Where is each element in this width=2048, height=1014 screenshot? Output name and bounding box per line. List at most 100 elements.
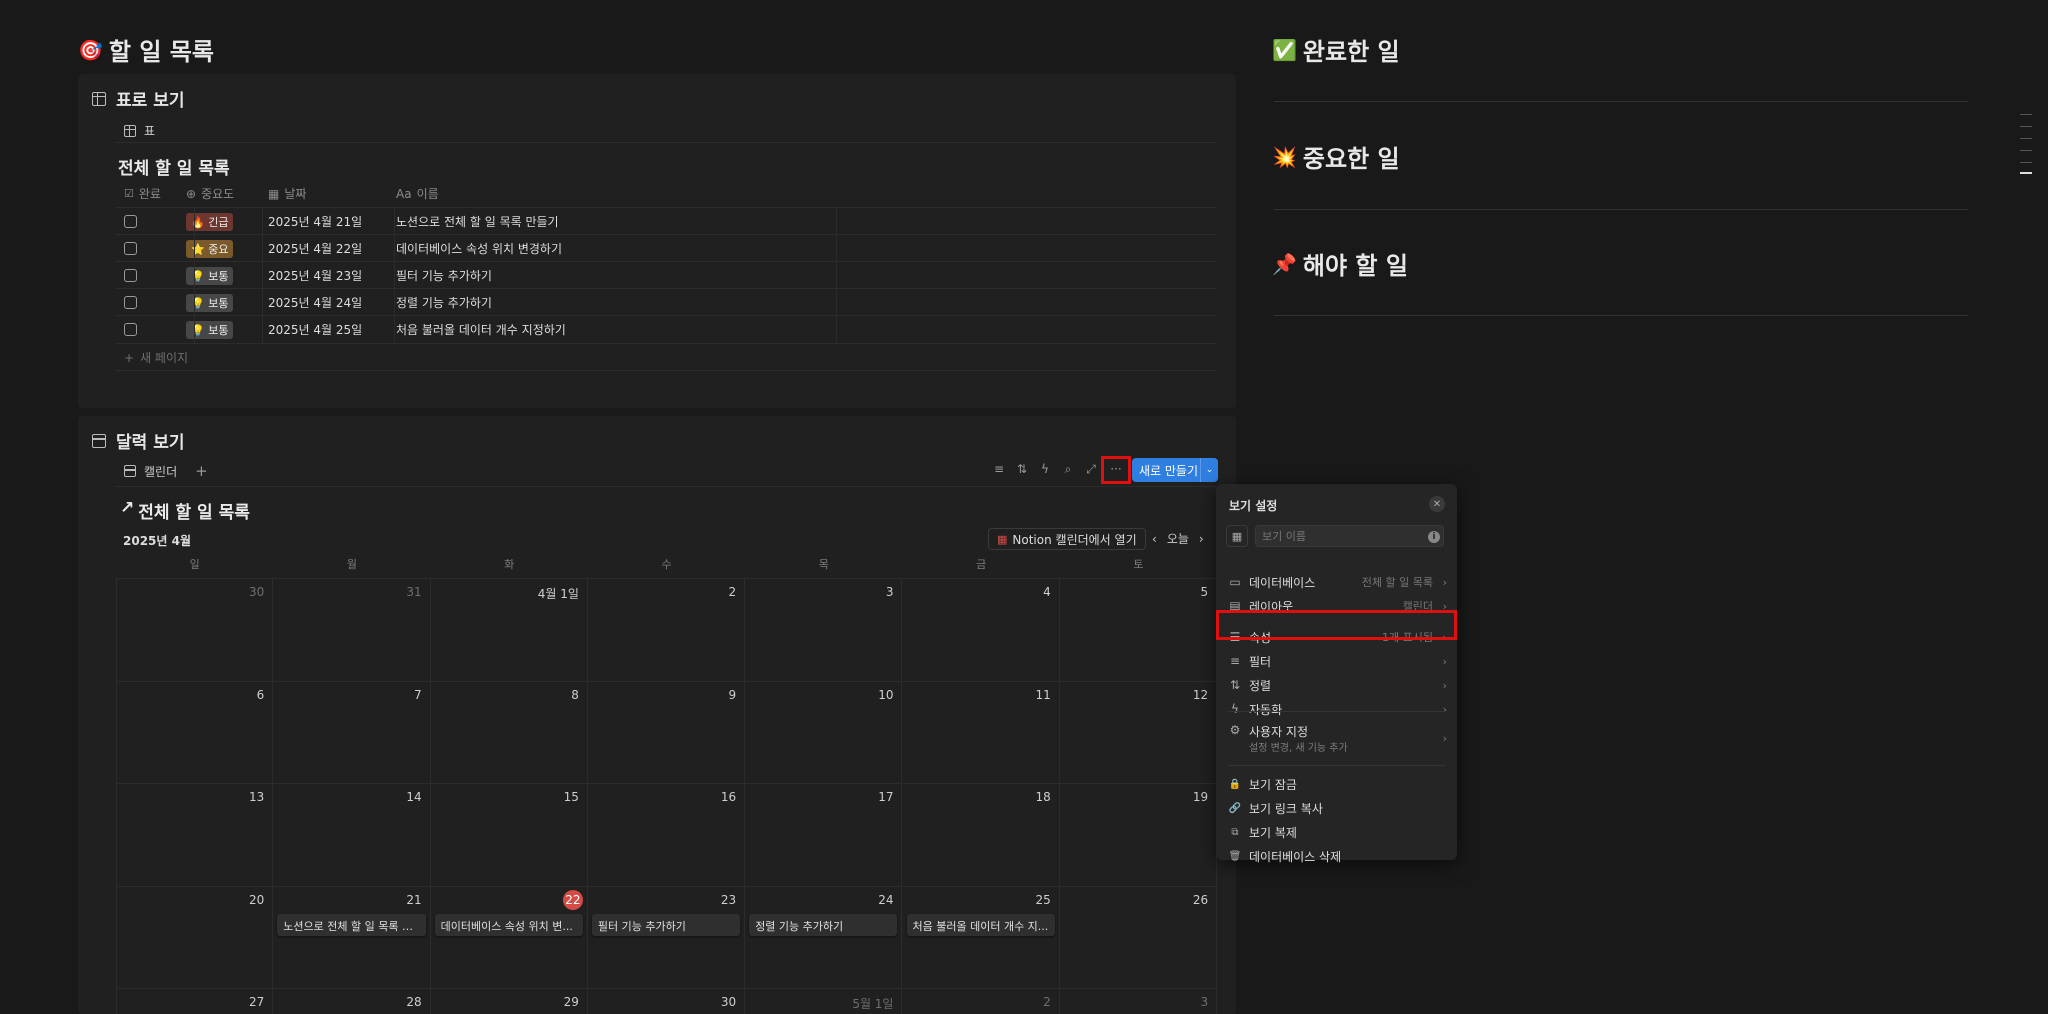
calendar-day[interactable]: 5 — [1059, 578, 1218, 681]
calendar-view-heading[interactable]: 달력 보기 — [92, 428, 184, 453]
calendar-day[interactable]: 29 — [430, 988, 588, 1014]
new-button[interactable]: 새로 만들기 ⌄ — [1132, 458, 1218, 482]
info-icon[interactable]: i — [1428, 531, 1440, 543]
calendar-day[interactable]: 17 — [745, 783, 903, 886]
menu-item[interactable]: ⇅ 정렬 › — [1216, 673, 1457, 697]
calendar-day[interactable]: 31 — [273, 578, 431, 681]
header-importance[interactable]: ⊕ 중요도 — [186, 180, 234, 207]
filter-icon[interactable]: ≡ — [990, 460, 1008, 478]
name-cell[interactable]: 정렬 기능 추가하기 — [396, 289, 492, 316]
tab-calendar[interactable]: 캘린더 + — [124, 462, 208, 480]
calendar-day[interactable]: 21 노션으로 전체 할 일 목록 만... — [273, 886, 431, 988]
menu-action[interactable]: 🗑 데이터베이스 삭제 — [1216, 844, 1457, 868]
db-title-linked[interactable]: ↗ 전체 할 일 목록 — [120, 498, 250, 523]
tab-table[interactable]: 표 — [124, 122, 155, 139]
calendar-day[interactable]: 4 — [902, 578, 1060, 681]
calendar-day[interactable]: 4월 1일 — [430, 578, 588, 681]
search-icon[interactable]: ⌕ — [1059, 460, 1077, 478]
toc-mark[interactable] — [2020, 162, 2032, 163]
calendar-day[interactable]: 22 데이터베이스 속성 위치 변... — [430, 886, 588, 988]
calendar-day[interactable]: 9 — [587, 681, 746, 783]
calendar-day[interactable]: 10 — [745, 681, 903, 783]
expand-icon[interactable]: ⤢ — [1082, 460, 1100, 478]
calendar-day[interactable]: 20 — [116, 886, 274, 988]
calendar-event[interactable]: 노션으로 전체 할 일 목록 만... — [277, 914, 426, 936]
calendar-event[interactable]: 데이터베이스 속성 위치 변... — [434, 914, 583, 936]
close-icon[interactable]: ✕ — [1429, 496, 1445, 512]
done-checkbox[interactable] — [124, 215, 137, 228]
calendar-day[interactable]: 18 — [902, 783, 1060, 886]
toc-mark[interactable] — [2020, 150, 2032, 151]
view-icon-picker[interactable]: ▦ — [1226, 525, 1248, 547]
done-checkbox[interactable] — [124, 296, 137, 309]
name-cell[interactable]: 노션으로 전체 할 일 목록 만들기 — [396, 208, 559, 235]
header-done[interactable]: ☑ 완료 — [124, 180, 161, 207]
toc-mark[interactable] — [2020, 126, 2032, 127]
date-cell[interactable]: 2025년 4월 21일 — [268, 208, 362, 235]
calendar-day[interactable]: 19 — [1059, 783, 1218, 886]
calendar-day[interactable]: 27 — [116, 988, 274, 1014]
toc-mark[interactable] — [2020, 114, 2032, 115]
calendar-day[interactable]: 3 — [1059, 988, 1218, 1014]
new-page-row[interactable]: + 새 페이지 — [116, 343, 1216, 370]
calendar-event[interactable]: 처음 불러올 데이터 개수 지... — [906, 914, 1055, 936]
calendar-day[interactable]: 26 — [1059, 886, 1218, 988]
name-cell[interactable]: 필터 기능 추가하기 — [396, 262, 492, 289]
today-button[interactable]: 오늘 — [1167, 530, 1189, 547]
calendar-day[interactable]: 7 — [273, 681, 431, 783]
calendar-day[interactable]: 30 — [587, 988, 746, 1014]
done-checkbox[interactable] — [124, 323, 137, 336]
table-row[interactable]: ⭐ 중요 2025년 4월 22일 데이터베이스 속성 위치 변경하기 — [116, 234, 1216, 261]
date-cell[interactable]: 2025년 4월 23일 — [268, 262, 362, 289]
table-row[interactable]: 💡 보통 2025년 4월 25일 처음 불러올 데이터 개수 지정하기 — [116, 315, 1216, 342]
header-name[interactable]: Aa 이름 — [396, 180, 439, 207]
done-checkbox[interactable] — [124, 269, 137, 282]
date-cell[interactable]: 2025년 4월 24일 — [268, 289, 362, 316]
chevron-left-icon[interactable]: ‹ — [1152, 532, 1157, 546]
name-cell[interactable]: 데이터베이스 속성 위치 변경하기 — [396, 235, 562, 262]
calendar-day[interactable]: 2 — [902, 988, 1060, 1014]
toc-mark[interactable] — [2020, 172, 2032, 174]
toc-mark[interactable] — [2020, 138, 2032, 139]
menu-action[interactable]: 🔒 보기 잠금 — [1216, 772, 1457, 796]
calendar-day[interactable]: 3 — [745, 578, 903, 681]
calendar-day[interactable]: 16 — [587, 783, 746, 886]
menu-item[interactable]: ▭ 데이터베이스 전체 할 일 목록 › — [1216, 570, 1457, 594]
calendar-event[interactable]: 필터 기능 추가하기 — [591, 914, 741, 936]
date-cell[interactable]: 2025년 4월 25일 — [268, 316, 362, 343]
calendar-day[interactable]: 5월 1일 — [745, 988, 903, 1014]
calendar-day[interactable]: 6 — [116, 681, 274, 783]
lightning-icon[interactable]: ϟ — [1036, 460, 1054, 478]
db-title[interactable]: 전체 할 일 목록 — [118, 154, 230, 179]
calendar-event[interactable]: 정렬 기능 추가하기 — [749, 914, 898, 936]
add-view-icon[interactable]: + — [195, 462, 208, 480]
calendar-day[interactable]: 2 — [587, 578, 746, 681]
date-cell[interactable]: 2025년 4월 22일 — [268, 235, 362, 262]
calendar-day[interactable]: 23 필터 기능 추가하기 — [587, 886, 746, 988]
table-view-heading[interactable]: 표로 보기 — [92, 86, 184, 111]
sort-icon[interactable]: ⇅ — [1013, 460, 1031, 478]
calendar-day[interactable]: 30 — [116, 578, 274, 681]
menu-action[interactable]: 🔗 보기 링크 복사 — [1216, 796, 1457, 820]
calendar-day[interactable]: 15 — [430, 783, 588, 886]
calendar-day[interactable]: 14 — [273, 783, 431, 886]
name-cell[interactable]: 처음 불러올 데이터 개수 지정하기 — [396, 316, 566, 343]
open-notion-calendar-button[interactable]: ▦ Notion 캘린더에서 열기 — [988, 528, 1146, 550]
table-row[interactable]: 💡 보통 2025년 4월 23일 필터 기능 추가하기 — [116, 261, 1216, 288]
table-row[interactable]: 🔥 긴급 2025년 4월 21일 노션으로 전체 할 일 목록 만들기 — [116, 207, 1216, 234]
table-row[interactable]: 💡 보통 2025년 4월 24일 정렬 기능 추가하기 — [116, 288, 1216, 315]
calendar-day[interactable]: 28 — [273, 988, 431, 1014]
calendar-day[interactable]: 25 처음 불러올 데이터 개수 지... — [902, 886, 1060, 988]
menu-item[interactable]: ≡ 필터 › — [1216, 649, 1457, 673]
calendar-day[interactable]: 24 정렬 기능 추가하기 — [745, 886, 903, 988]
view-name-input[interactable] — [1255, 525, 1444, 547]
menu-item-customize[interactable]: ⚙ 사용자 지정 설정 변경, 새 기능 추가 › — [1216, 719, 1457, 757]
calendar-day[interactable]: 8 — [430, 681, 588, 783]
calendar-day[interactable]: 11 — [902, 681, 1060, 783]
menu-action[interactable]: ⧉ 보기 복제 — [1216, 820, 1457, 844]
calendar-day[interactable]: 13 — [116, 783, 274, 886]
menu-item[interactable]: ϟ 자동화 › — [1216, 697, 1457, 721]
calendar-day[interactable]: 12 — [1059, 681, 1218, 783]
done-checkbox[interactable] — [124, 242, 137, 255]
chevron-down-icon[interactable]: ⌄ — [1200, 458, 1218, 482]
